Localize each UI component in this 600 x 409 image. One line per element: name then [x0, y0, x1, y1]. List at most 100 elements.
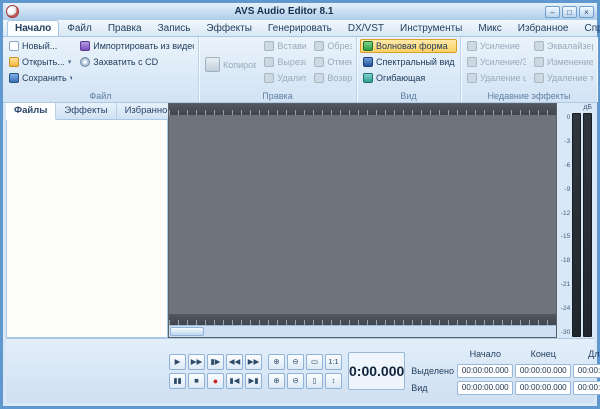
tab-effects[interactable]: Эффекты	[198, 20, 259, 36]
amplify-icon	[467, 41, 477, 51]
waveform-area[interactable]	[168, 103, 557, 338]
noise-removal-icon	[467, 73, 477, 83]
ribbon-group-edit: Копировать ▾ Вставить ▾ Вырезать ▾	[199, 37, 357, 102]
new-file-icon	[9, 41, 19, 51]
zoom-vertical-full-button[interactable]: ↕	[325, 372, 342, 389]
copy-button[interactable]: Копировать ▾	[202, 55, 257, 74]
view-start-field[interactable]: 00:00:00.000	[457, 381, 514, 395]
fade-button[interactable]: Усиление/Затухание	[464, 55, 527, 69]
selected-start-field[interactable]: 00:00:00.000	[457, 364, 514, 378]
noise-removal-button[interactable]: Удаление шума	[464, 71, 527, 85]
play-button[interactable]: ▶	[169, 353, 186, 370]
timeline-ruler-bottom[interactable]	[169, 314, 556, 325]
open-folder-icon	[9, 57, 19, 67]
cut-button[interactable]: Вырезать ▾	[261, 55, 307, 69]
fade-icon	[467, 57, 477, 67]
play-selection-button[interactable]: ▶▶	[188, 353, 205, 370]
paste-icon	[264, 41, 275, 51]
view-length-field[interactable]: 00:00:00.000	[573, 381, 600, 395]
title-bar[interactable]: AVS Audio Editor 8.1 – □ ×	[3, 3, 597, 20]
selected-length-field[interactable]: 00:00:00.000	[573, 364, 600, 378]
zoom-full-button[interactable]: 1:1	[325, 353, 342, 370]
silence-removal-button[interactable]: Удаление тишины	[531, 71, 594, 85]
forward-button[interactable]: ▶▶	[245, 353, 262, 370]
tab-favorites[interactable]: Избранное	[510, 20, 577, 36]
tab-edit[interactable]: Правка	[100, 20, 150, 36]
paste-button[interactable]: Вставить ▾	[261, 39, 307, 53]
zoom-selection-button[interactable]: ▭	[306, 353, 323, 370]
stop-button[interactable]: ■	[188, 372, 205, 389]
undo-icon	[314, 57, 325, 67]
horizontal-scrollbar[interactable]	[169, 325, 556, 337]
equalizer-button[interactable]: Эквалайзер	[531, 39, 594, 53]
level-meters: дБ 0 -3 -6 -9 -12 -15 -18 -21 -24 -30	[557, 103, 594, 338]
redo-icon	[314, 73, 325, 83]
tab-help[interactable]: Справка	[576, 20, 600, 36]
redo-button[interactable]: Возврат ▾	[311, 71, 353, 85]
save-button[interactable]: Сохранить ▾	[6, 71, 73, 85]
ribbon-tab-bar: Начало Файл Правка Запись Эффекты Генери…	[3, 20, 600, 37]
record-button[interactable]: ●	[207, 372, 224, 389]
zoom-vertical-in-button[interactable]: ⊕	[268, 372, 285, 389]
group-caption-view: Вид	[400, 91, 417, 101]
sidebar-tab-files[interactable]: Файлы	[6, 103, 57, 120]
app-window: AVS Audio Editor 8.1 – □ × Начало Файл П…	[0, 0, 600, 409]
open-file-button[interactable]: Открыть... ▾	[6, 55, 73, 69]
row-label-selected: Выделено	[411, 366, 454, 376]
view-end-field[interactable]: 00:00:00.000	[515, 381, 572, 395]
go-to-start-button[interactable]: ▮◀	[226, 372, 243, 389]
trim-button[interactable]: Обрезать	[311, 39, 353, 53]
waveform-view-button[interactable]: Волновая форма	[360, 39, 457, 53]
waveform-canvas[interactable]	[169, 115, 556, 314]
play-to-end-button[interactable]: ▮▶	[207, 353, 224, 370]
timeline-ruler-top[interactable]	[169, 104, 556, 115]
delete-button[interactable]: Удалить ▾	[261, 71, 307, 85]
chevron-down-icon: ▾	[67, 59, 72, 66]
zoom-in-button[interactable]: ⊕	[268, 353, 285, 370]
rewind-button[interactable]: ◀◀	[226, 353, 243, 370]
row-label-view: Вид	[411, 383, 428, 393]
app-logo-icon	[6, 5, 19, 18]
tab-home[interactable]: Начало	[7, 20, 60, 36]
copy-icon	[205, 57, 220, 72]
close-button[interactable]: ×	[579, 5, 594, 18]
db-unit-label: дБ	[583, 104, 592, 111]
selection-info-grid: Начало Конец Длина Выделено 00:00:00.000…	[411, 347, 600, 396]
import-from-video-button[interactable]: Импортировать из видео	[77, 39, 195, 53]
amplify-button[interactable]: Усиление	[464, 39, 527, 53]
files-list-panel[interactable]	[6, 120, 168, 338]
spectral-icon	[363, 57, 373, 67]
undo-button[interactable]: Отмена ▾	[311, 55, 353, 69]
film-icon	[80, 41, 91, 51]
zoom-out-button[interactable]: ⊖	[287, 353, 304, 370]
envelope-icon	[363, 73, 373, 83]
pause-button[interactable]: ▮▮	[169, 372, 186, 389]
zoom-buttons: ⊕ ⊖ ▭ 1:1 ⊕ ⊖ ▯ ↕	[268, 353, 342, 389]
new-file-button[interactable]: Новый...	[6, 39, 73, 53]
tempo-change-button[interactable]: Изменение темпа	[531, 55, 594, 69]
tab-generate[interactable]: Генерировать	[260, 20, 340, 36]
scissors-icon	[264, 57, 275, 67]
go-to-end-button[interactable]: ▶▮	[245, 372, 262, 389]
tab-mix[interactable]: Микс	[470, 20, 509, 36]
selected-end-field[interactable]: 00:00:00.000	[515, 364, 572, 378]
scrollbar-thumb[interactable]	[170, 327, 204, 336]
tab-tools[interactable]: Инструменты	[392, 20, 470, 36]
envelope-view-button[interactable]: Огибающая	[360, 71, 457, 85]
tab-record[interactable]: Запись	[150, 20, 199, 36]
tab-file[interactable]: Файл	[59, 20, 100, 36]
meter-scale: 0 -3 -6 -9 -12 -15 -18 -21 -24 -30	[560, 114, 571, 336]
equalizer-icon	[534, 41, 544, 51]
maximize-button[interactable]: □	[562, 5, 577, 18]
minimize-button[interactable]: –	[545, 5, 560, 18]
capture-cd-button[interactable]: Захватить с CD	[77, 55, 195, 69]
delete-icon	[264, 73, 275, 83]
zoom-vertical-selection-button[interactable]: ▯	[306, 372, 323, 389]
save-icon	[9, 73, 19, 83]
zoom-vertical-out-button[interactable]: ⊖	[287, 372, 304, 389]
transport-bar: ▶ ▶▶ ▮▶ ◀◀ ▶▶ ▮▮ ■ ● ▮◀ ▶▮ ⊕ ⊖ ▭ 1:1 ⊕ ⊖…	[6, 338, 600, 403]
spectral-view-button[interactable]: Спектральный вид	[360, 55, 457, 69]
group-caption-recent-effects: Недавние эффекты	[487, 91, 571, 101]
sidebar-tab-effects[interactable]: Эффекты	[56, 103, 117, 119]
tab-dxvst[interactable]: DX/VST	[340, 20, 392, 36]
